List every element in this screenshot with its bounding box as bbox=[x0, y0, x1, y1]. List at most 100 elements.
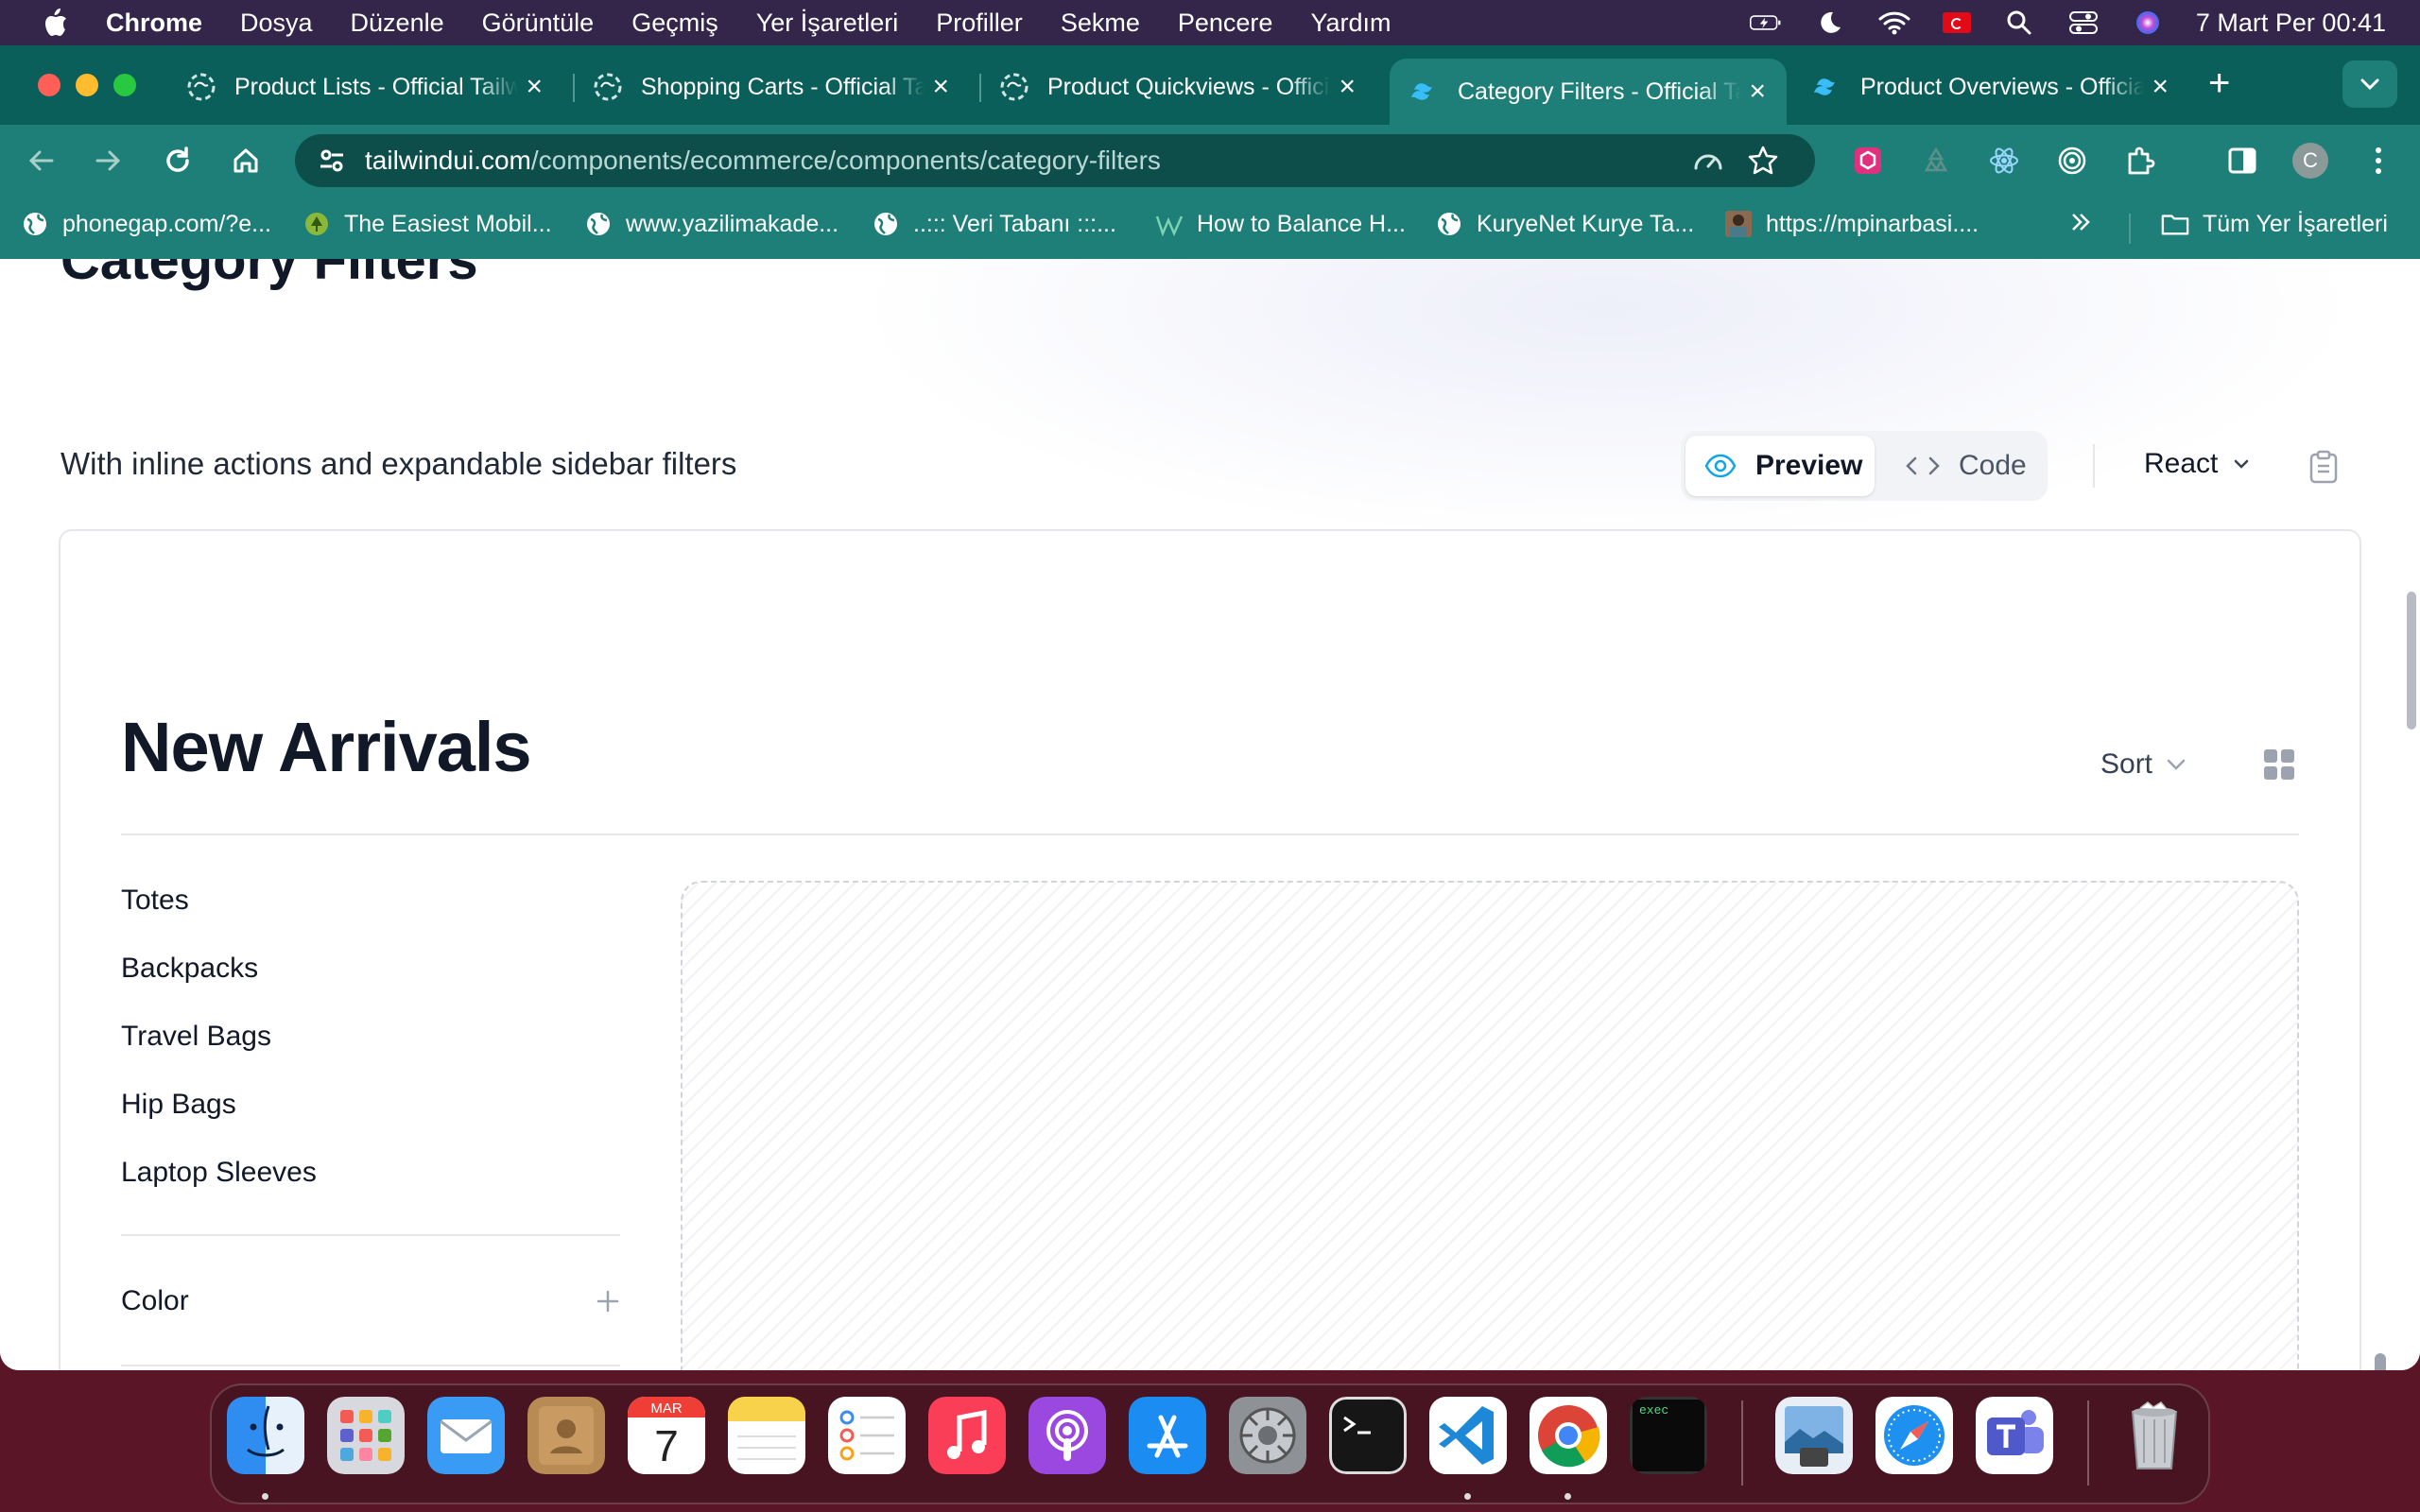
preview-scrollbar-thumb[interactable] bbox=[2375, 1353, 2386, 1370]
close-tab-icon[interactable]: × bbox=[932, 71, 949, 103]
system-settings-icon[interactable] bbox=[1229, 1397, 1306, 1474]
sidebar-divider bbox=[121, 1234, 620, 1236]
teams-icon[interactable] bbox=[1976, 1397, 2053, 1474]
address-bar[interactable]: tailwindui.com/components/ecommerce/comp… bbox=[295, 134, 1815, 187]
site-settings-icon[interactable] bbox=[316, 145, 348, 177]
chrome-icon[interactable] bbox=[1530, 1397, 1607, 1474]
moon-icon[interactable] bbox=[1814, 9, 1846, 36]
home-icon bbox=[233, 148, 258, 173]
tab-category-filters[interactable]: Category Filters - Official Tailwind UI … bbox=[1390, 59, 1787, 125]
minimize-window-button[interactable] bbox=[76, 74, 98, 96]
url-text[interactable]: tailwindui.com/components/ecommerce/comp… bbox=[365, 146, 1161, 176]
close-tab-icon[interactable]: × bbox=[1749, 76, 1766, 108]
bookmarks-bar: phonegap.com/?e... The Easiest Mobil... … bbox=[0, 197, 2420, 259]
siri-icon[interactable] bbox=[2132, 9, 2164, 36]
menu-view[interactable]: Görüntüle bbox=[482, 9, 595, 38]
tab-title: Shopping Carts - Official Tailwind UI bbox=[641, 73, 925, 100]
menu-app-name[interactable]: Chrome bbox=[106, 9, 202, 38]
apple-icon[interactable] bbox=[42, 8, 68, 38]
wifi-icon[interactable] bbox=[1878, 9, 1910, 36]
chrome-menu-icon[interactable] bbox=[2360, 142, 2397, 180]
podcasts-icon[interactable] bbox=[1028, 1397, 1106, 1474]
copy-clipboard-icon[interactable] bbox=[2308, 450, 2339, 484]
terminal-icon[interactable] bbox=[1329, 1397, 1407, 1474]
menu-edit[interactable]: Düzenle bbox=[351, 9, 444, 38]
framework-select[interactable]: React bbox=[2144, 448, 2250, 480]
extension-pink-icon[interactable] bbox=[1849, 142, 1887, 180]
safari-icon[interactable] bbox=[1876, 1397, 1953, 1474]
music-icon[interactable] bbox=[928, 1397, 1006, 1474]
more-bookmarks-button[interactable] bbox=[2068, 210, 2093, 234]
extensions-puzzle-icon[interactable] bbox=[2121, 142, 2159, 180]
performance-gauge-icon[interactable] bbox=[1692, 146, 1724, 176]
tab-shopping-carts[interactable]: Shopping Carts - Official Tailwind UI × bbox=[573, 59, 970, 115]
spotlight-search-icon[interactable] bbox=[2003, 9, 2035, 36]
side-panel-icon[interactable] bbox=[2223, 142, 2261, 180]
mail-icon[interactable] bbox=[427, 1397, 505, 1474]
new-tab-button[interactable]: + bbox=[2208, 62, 2230, 105]
finder-icon[interactable] bbox=[227, 1397, 304, 1474]
category-link-travel-bags[interactable]: Travel Bags bbox=[121, 1021, 271, 1053]
tab-product-lists[interactable]: Product Lists - Official Tailwind UI × bbox=[166, 59, 563, 115]
menu-tab[interactable]: Sekme bbox=[1061, 9, 1140, 38]
vscode-icon[interactable] bbox=[1429, 1397, 1507, 1474]
control-center-icon[interactable] bbox=[2067, 9, 2100, 36]
bookmark-item[interactable]: KuryeNet Kurye Ta... bbox=[1435, 210, 1694, 238]
sort-menu-button[interactable]: Sort bbox=[2100, 748, 2187, 781]
tab-product-overviews[interactable]: Product Overviews - Official Tailwind UI… bbox=[1792, 59, 2189, 115]
bookmark-item[interactable]: How to Balance H... bbox=[1155, 210, 1406, 238]
category-link-laptop-sleeves[interactable]: Laptop Sleeves bbox=[121, 1157, 317, 1189]
bookmarks-divider bbox=[2129, 214, 2131, 244]
menu-file[interactable]: Dosya bbox=[240, 9, 313, 38]
code-button[interactable]: Code bbox=[1898, 436, 2040, 496]
bookmark-item[interactable]: The Easiest Mobil... bbox=[302, 210, 552, 238]
profile-avatar[interactable]: C bbox=[2291, 142, 2329, 180]
page-scrollbar-thumb[interactable] bbox=[2407, 592, 2416, 730]
bookmark-star-icon[interactable] bbox=[1747, 145, 1779, 177]
close-tab-icon[interactable]: × bbox=[2152, 71, 2169, 103]
tab-product-quickviews[interactable]: Product Quickviews - Official Tailwind U… bbox=[979, 59, 1376, 115]
category-link-hip-bags[interactable]: Hip Bags bbox=[121, 1089, 236, 1121]
category-link-backpacks[interactable]: Backpacks bbox=[121, 953, 258, 985]
calendar-icon[interactable]: MAR 7 bbox=[628, 1397, 705, 1474]
preview-app-icon[interactable] bbox=[1775, 1397, 1853, 1474]
bookmark-item[interactable]: www.yazilimakade... bbox=[584, 210, 838, 238]
close-window-button[interactable] bbox=[38, 74, 60, 96]
app-store-icon[interactable] bbox=[1129, 1397, 1206, 1474]
preview-button[interactable]: Preview bbox=[1685, 436, 1875, 496]
launchpad-icon[interactable] bbox=[327, 1397, 405, 1474]
notes-icon[interactable] bbox=[728, 1397, 805, 1474]
grid-view-icon[interactable] bbox=[2263, 748, 2295, 781]
bookmark-item[interactable]: phonegap.com/?e... bbox=[21, 210, 271, 238]
trash-icon[interactable] bbox=[2116, 1397, 2193, 1474]
target-extension-icon[interactable] bbox=[2053, 142, 2091, 180]
contacts-icon[interactable] bbox=[527, 1397, 605, 1474]
all-bookmarks-button[interactable]: Tüm Yer İşaretleri bbox=[2161, 210, 2388, 238]
url-host: tailwindui.com bbox=[365, 146, 531, 175]
reminders-icon[interactable] bbox=[828, 1397, 906, 1474]
menu-window[interactable]: Pencere bbox=[1178, 9, 1273, 38]
menu-bookmarks[interactable]: Yer İşaretleri bbox=[756, 9, 899, 38]
tab-search-button[interactable] bbox=[2342, 60, 2397, 108]
fullscreen-window-button[interactable] bbox=[113, 74, 136, 96]
bookmark-item[interactable]: https://mpinarbasi.... bbox=[1724, 210, 1979, 238]
react-devtools-icon[interactable] bbox=[1985, 142, 2023, 180]
menu-profiles[interactable]: Profiller bbox=[936, 9, 1023, 38]
exec-terminal-icon[interactable]: exec bbox=[1630, 1397, 1707, 1474]
filter-section-color[interactable]: Color bbox=[121, 1285, 620, 1317]
close-tab-icon[interactable]: × bbox=[1339, 71, 1356, 103]
reload-button[interactable] bbox=[157, 140, 199, 181]
recycle-extension-icon[interactable] bbox=[1917, 142, 1955, 180]
menu-help[interactable]: Yardım bbox=[1310, 9, 1391, 38]
menu-history[interactable]: Geçmiş bbox=[631, 9, 718, 38]
bookmark-item[interactable]: ..::: Veri Tabanı :::... bbox=[872, 210, 1116, 238]
turkish-flag-icon[interactable] bbox=[1942, 12, 1971, 33]
close-tab-icon[interactable]: × bbox=[526, 71, 543, 103]
home-button[interactable] bbox=[225, 140, 267, 181]
tab-title: Product Lists - Official Tailwind UI bbox=[234, 73, 518, 100]
forward-button[interactable] bbox=[87, 140, 129, 181]
category-link-totes[interactable]: Totes bbox=[121, 885, 189, 917]
back-button[interactable] bbox=[21, 140, 62, 181]
menubar-clock[interactable]: 7 Mart Per 00:41 bbox=[2196, 9, 2386, 38]
battery-icon[interactable] bbox=[1749, 9, 1782, 36]
